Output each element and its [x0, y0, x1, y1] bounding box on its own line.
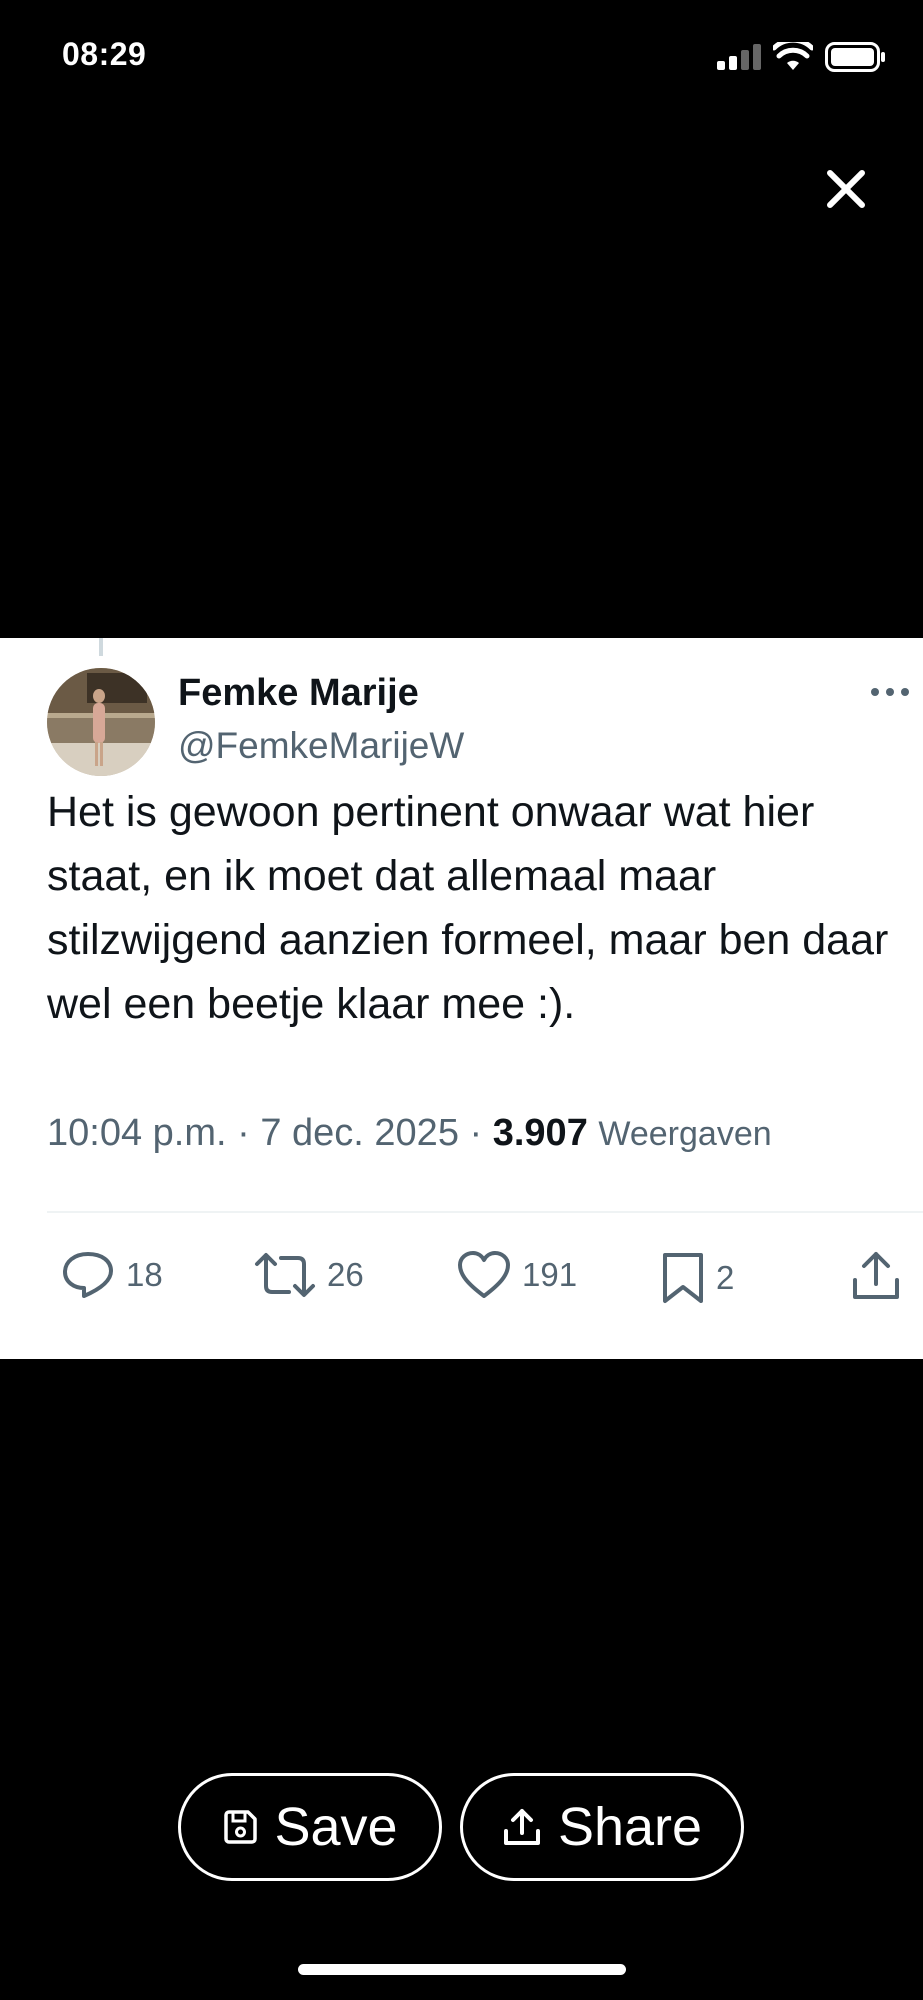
author-handle[interactable]: @FemkeMarijeW: [178, 725, 464, 767]
tweet-date[interactable]: 7 dec. 2025: [260, 1112, 459, 1154]
heart-icon: [458, 1251, 510, 1298]
close-icon: [827, 170, 865, 208]
home-indicator[interactable]: [298, 1964, 626, 1975]
reply-button[interactable]: 18: [60, 1250, 163, 1300]
retweet-icon: [255, 1253, 315, 1297]
close-button[interactable]: [822, 165, 870, 213]
like-count: 191: [522, 1256, 578, 1293]
view-count: 3.907: [492, 1112, 588, 1154]
bookmark-count: 2: [716, 1259, 735, 1296]
thread-line: [99, 638, 103, 656]
tweet-text: Het is gewoon pertinent onwaar wat hier …: [47, 788, 889, 1028]
share-icon: [503, 1809, 540, 1845]
wifi-icon: [773, 42, 813, 70]
meta-separator: ·: [469, 1112, 483, 1154]
save-button[interactable]: Save: [178, 1773, 442, 1881]
reply-icon: [63, 1252, 113, 1298]
status-icons: [717, 42, 887, 72]
bookmark-button[interactable]: 2: [660, 1250, 734, 1306]
author-name[interactable]: Femke Marije: [178, 672, 419, 715]
status-time: 08:29: [62, 36, 147, 72]
save-label: Save: [274, 1797, 398, 1857]
signal-icon: [717, 44, 761, 70]
meta-separator: ·: [237, 1112, 250, 1154]
share-label: Share: [557, 1797, 703, 1857]
save-icon: [224, 1810, 258, 1844]
more-icon: [871, 688, 909, 696]
reply-count: 18: [126, 1256, 163, 1293]
tweet-time[interactable]: 10:04 p.m.: [47, 1112, 227, 1154]
more-options-button[interactable]: [870, 684, 910, 702]
share-button[interactable]: Share: [460, 1773, 744, 1881]
share-tweet-button[interactable]: [850, 1250, 902, 1302]
share-icon: [853, 1252, 899, 1299]
bookmark-icon: [663, 1253, 703, 1303]
tweet-meta: 10:04 p.m. · 7 dec. 2025 · 3.907 Weergav…: [47, 1112, 772, 1155]
avatar[interactable]: [47, 668, 155, 776]
like-button[interactable]: 191: [456, 1250, 577, 1300]
retweet-button[interactable]: 26: [253, 1250, 364, 1300]
tweet-card: Femke Marije @FemkeMarijeW Het is gewoon…: [0, 638, 923, 1359]
views-label: Weergaven: [598, 1115, 772, 1153]
divider: [47, 1211, 923, 1213]
retweet-count: 26: [327, 1256, 364, 1293]
battery-icon: [825, 42, 885, 72]
